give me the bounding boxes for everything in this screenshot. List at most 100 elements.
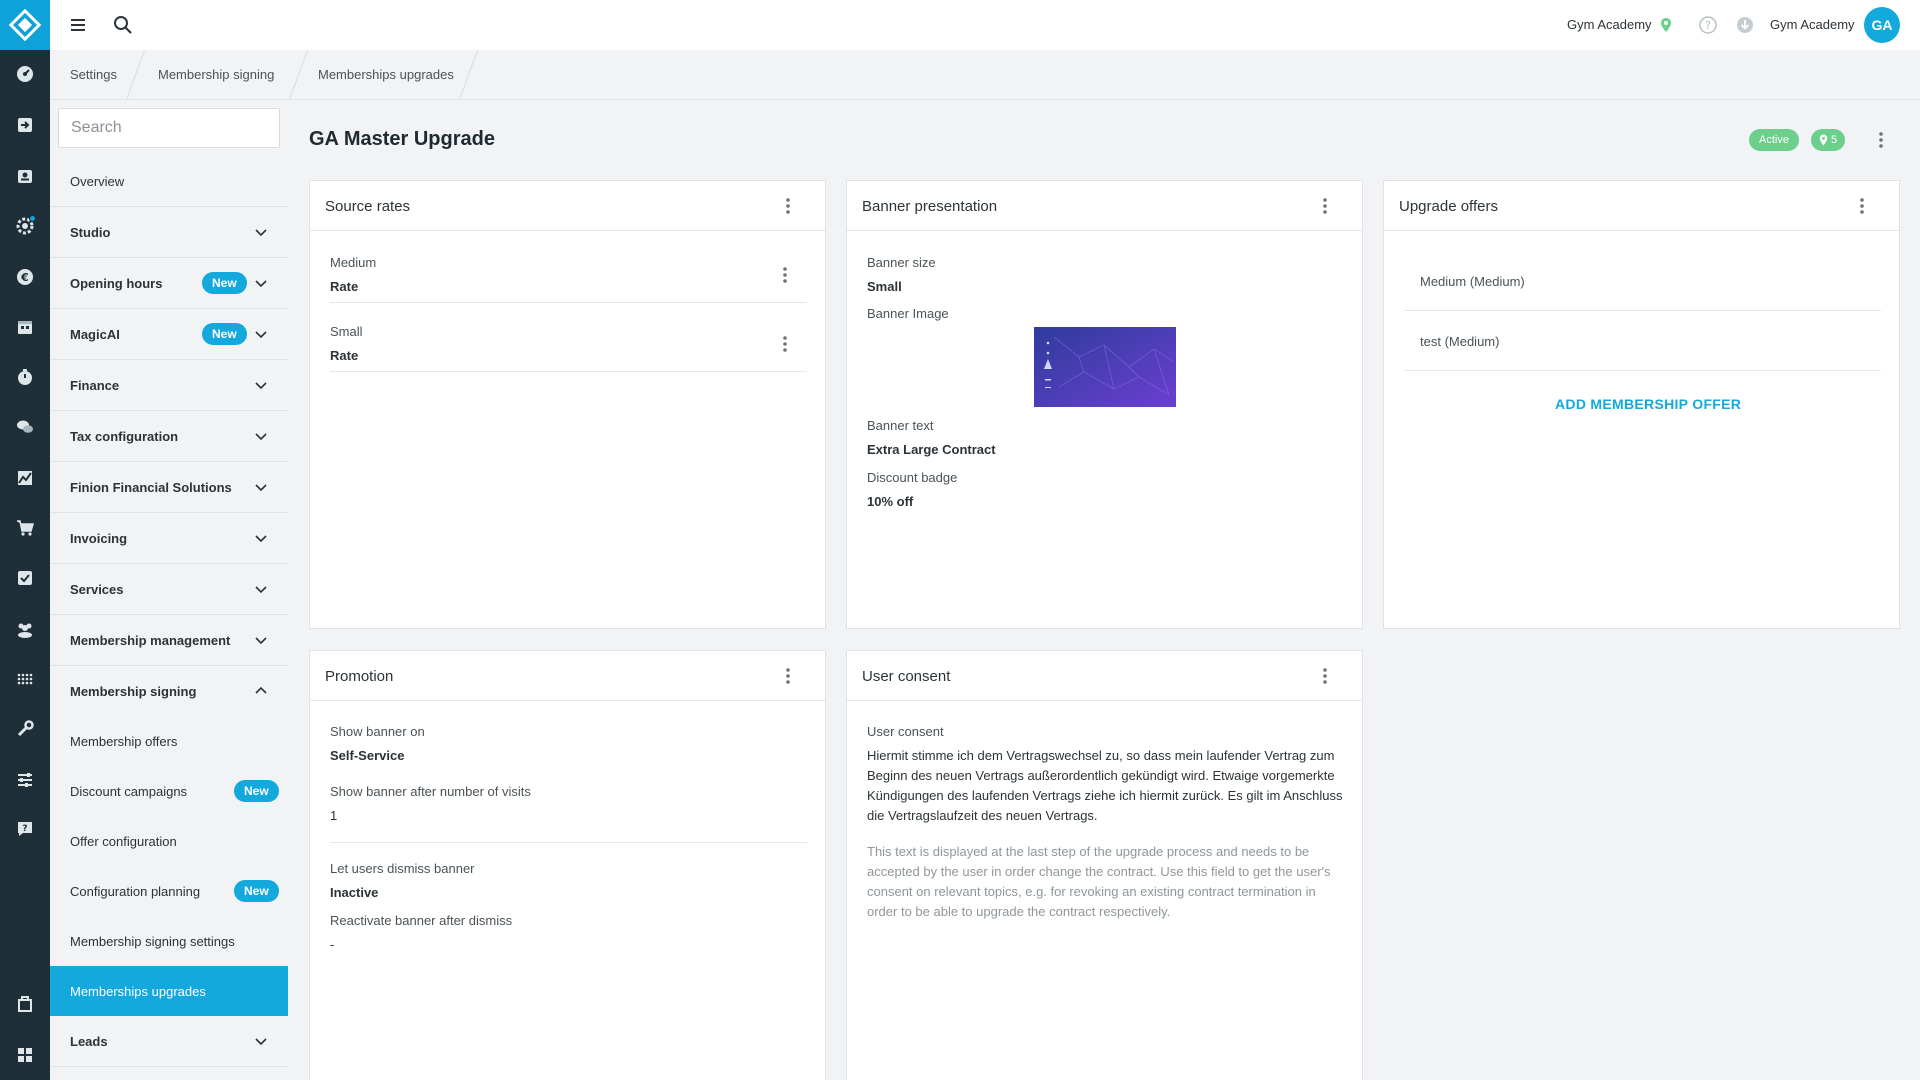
sidebar-item-label: Offer configuration <box>70 833 177 849</box>
settings-gear-icon[interactable] <box>0 209 50 243</box>
sidebar-item-label: Leads <box>70 1033 108 1049</box>
sidebar-item-invoicing[interactable]: Invoicing <box>50 513 288 564</box>
chevron-down-icon <box>255 535 267 543</box>
sidebar-item-magicai[interactable]: MagicAI New <box>50 309 288 360</box>
breadcrumb-membership-signing[interactable]: Membership signing <box>158 67 274 82</box>
row-divider <box>1404 310 1881 311</box>
rate-type: Rate <box>330 279 359 294</box>
breadcrumb-settings[interactable]: Settings <box>70 67 117 82</box>
card-more-menu-icon[interactable] <box>1315 196 1335 216</box>
chevron-down-icon <box>255 484 267 492</box>
card-header: Source rates <box>310 181 825 231</box>
sidebar-item-membership-management[interactable]: Membership management <box>50 615 288 666</box>
apps-icon[interactable] <box>0 1038 50 1072</box>
sidebar-item-leads[interactable]: Leads <box>50 1016 288 1067</box>
sidebar-item-opening-hours[interactable]: Opening hours New <box>50 258 288 309</box>
sidebar-item-overview[interactable]: Overview <box>50 156 288 207</box>
cart-icon[interactable] <box>0 511 50 545</box>
banner-text-value: Extra Large Contract <box>867 442 996 457</box>
sidebar-subitem-discount-campaigns[interactable]: Discount campaigns New <box>50 766 288 816</box>
location-pin-icon[interactable] <box>1654 13 1678 37</box>
new-badge: New <box>234 780 279 802</box>
search-icon[interactable] <box>111 13 135 37</box>
sidebar-search-input[interactable] <box>58 108 280 148</box>
location-count: 5 <box>1831 134 1838 146</box>
card-more-menu-icon[interactable] <box>1852 196 1872 216</box>
chevron-down-icon <box>255 1038 267 1046</box>
page-more-menu-icon[interactable] <box>1871 130 1891 150</box>
sidebar-item-label: Finance <box>70 377 120 393</box>
help-icon[interactable]: ? <box>1696 13 1720 37</box>
menu-icon[interactable] <box>66 13 90 37</box>
sidebar-item-label: Opening hours <box>70 275 163 291</box>
sidebar-item-tax-configuration[interactable]: Tax configuration <box>50 411 288 462</box>
chevron-down-icon <box>255 586 267 594</box>
chevron-down-icon <box>255 229 267 237</box>
sidebar-subitem-membership-offers[interactable]: Membership offers <box>50 716 288 766</box>
sidebar-subitem-memberships-upgrades[interactable]: Memberships upgrades <box>50 966 288 1016</box>
sidebar-item-label: Memberships upgrades <box>70 983 206 999</box>
sidebar-item-label: Membership management <box>70 632 231 648</box>
discount-badge-label: Discount badge <box>867 470 958 485</box>
breadcrumb-separator <box>288 50 309 100</box>
sidebar-item-finion-financial-solutions[interactable]: Finion Financial Solutions <box>50 462 288 513</box>
card-header: Banner presentation <box>847 181 1362 231</box>
sidebar-item-finance[interactable]: Finance <box>50 360 288 411</box>
show-banner-on-label: Show banner on <box>330 724 425 739</box>
list-item[interactable]: Medium (Medium) <box>1420 274 1525 289</box>
sidebar-item-label: Tax configuration <box>70 428 179 444</box>
app-logo[interactable] <box>0 0 50 50</box>
rate-more-menu-icon[interactable] <box>775 265 795 285</box>
groups-icon[interactable] <box>0 612 50 646</box>
location-count-badge: 5 <box>1811 129 1846 151</box>
help-chat-icon[interactable]: ? <box>0 812 50 846</box>
banner-text-label: Banner text <box>867 418 934 433</box>
new-badge: New <box>202 272 247 294</box>
avatar[interactable]: GA <box>1864 7 1900 43</box>
page-title: GA Master Upgrade <box>309 128 495 150</box>
list-item[interactable]: test (Medium) <box>1420 334 1499 349</box>
card-more-menu-icon[interactable] <box>1315 666 1335 686</box>
svg-text:€: € <box>20 271 29 284</box>
tools-icon[interactable] <box>0 712 50 746</box>
check-in-icon[interactable] <box>0 108 50 142</box>
reactivate-banner-value: - <box>330 937 335 952</box>
download-icon[interactable] <box>1733 13 1757 37</box>
store-icon[interactable] <box>0 987 50 1021</box>
euro-icon[interactable]: € <box>0 260 50 294</box>
chart-icon[interactable] <box>0 461 50 495</box>
dismiss-banner-value: Inactive <box>330 885 379 900</box>
checklist-icon[interactable] <box>0 561 50 595</box>
svg-text:?: ? <box>22 824 27 834</box>
members-icon[interactable] <box>0 159 50 193</box>
sidebar-item-studio[interactable]: Studio <box>50 207 288 258</box>
user-consent-text: Hiermit stimme ich dem Vertragswechsel z… <box>867 748 1343 823</box>
sidebar-item-services[interactable]: Services <box>50 564 288 615</box>
chevron-down-icon <box>255 433 267 441</box>
timer-icon[interactable] <box>0 360 50 394</box>
card-more-menu-icon[interactable] <box>778 666 798 686</box>
dashboard-icon[interactable] <box>0 57 50 91</box>
card-header: Upgrade offers <box>1384 181 1899 231</box>
banner-size-label: Banner size <box>867 255 936 270</box>
grid-icon[interactable] <box>0 662 50 696</box>
rate-name: Medium <box>330 255 377 270</box>
sidebar-subitem-configuration-planning[interactable]: Configuration planning New <box>50 866 288 916</box>
source-rates-card: Source rates Medium Rate Small Rate <box>309 180 826 629</box>
add-membership-offer-button[interactable]: ADD MEMBERSHIP OFFER <box>1555 396 1741 412</box>
calendar-icon[interactable] <box>0 310 50 344</box>
chat-icon[interactable] <box>0 410 50 444</box>
svg-text:?: ? <box>1705 19 1711 32</box>
sidebar-subitem-offer-configuration[interactable]: Offer configuration <box>50 816 288 866</box>
rate-more-menu-icon[interactable] <box>775 334 795 354</box>
studio-selector[interactable]: Gym Academy <box>1567 17 1652 32</box>
breadcrumb-memberships-upgrades[interactable]: Memberships upgrades <box>318 67 454 82</box>
user-name[interactable]: Gym Academy <box>1770 17 1855 32</box>
sliders-icon[interactable] <box>0 763 50 797</box>
card-more-menu-icon[interactable] <box>778 196 798 216</box>
row-divider <box>1404 370 1881 371</box>
sidebar-item-label: Membership signing <box>70 684 197 699</box>
sidebar-item-membership-signing[interactable]: Membership signing <box>50 666 288 717</box>
sidebar-item-label: Services <box>70 581 124 597</box>
sidebar-subitem-membership-signing-settings[interactable]: Membership signing settings <box>50 916 288 966</box>
